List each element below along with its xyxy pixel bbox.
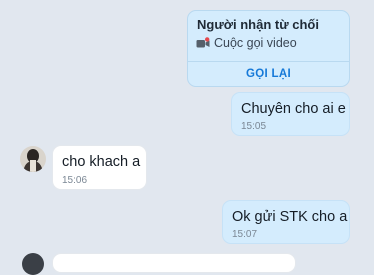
call-type-row: Cuộc gọi video <box>196 36 297 50</box>
call-back-button[interactable]: GỌI LẠI <box>188 62 349 86</box>
outgoing-message[interactable]: Chuyên cho ai e 15:05 <box>231 92 350 136</box>
incoming-message[interactable] <box>52 253 296 273</box>
contact-avatar[interactable] <box>22 253 44 275</box>
message-time: 15:06 <box>62 175 88 186</box>
call-log-card[interactable]: Người nhận từ chối Cuộc gọi video GỌI LẠ… <box>187 10 350 87</box>
video-camera-missed-icon <box>196 37 210 49</box>
call-type-label: Cuộc gọi video <box>214 36 297 50</box>
chat-message-list[interactable]: Người nhận từ chối Cuộc gọi video GỌI LẠ… <box>0 0 374 275</box>
call-status-title: Người nhận từ chối <box>197 17 319 32</box>
message-time: 15:05 <box>241 121 267 132</box>
message-text: Ok gửi STK cho a <box>232 209 348 225</box>
message-time: 15:07 <box>232 229 258 240</box>
contact-avatar[interactable] <box>20 146 46 172</box>
outgoing-message[interactable]: Ok gửi STK cho a 15:07 <box>222 200 350 244</box>
incoming-message[interactable]: cho khach a 15:06 <box>52 145 147 190</box>
message-text: cho khach a <box>62 154 141 170</box>
message-text: Chuyên cho ai e <box>241 101 346 117</box>
